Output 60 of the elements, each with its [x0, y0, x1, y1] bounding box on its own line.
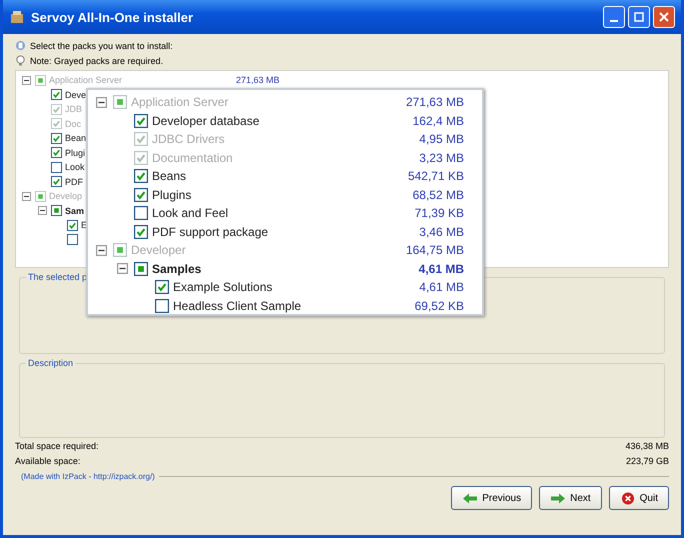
maximize-button[interactable] — [628, 6, 650, 28]
pack-label: Developer database — [152, 114, 260, 128]
pack-label: Example Solutions — [173, 280, 272, 294]
previous-button[interactable]: Previous — [451, 486, 532, 510]
quit-button[interactable]: Quit — [608, 486, 669, 510]
pack-label: PDF support package — [152, 224, 268, 239]
pack-label: Developer — [131, 243, 186, 258]
space-label: Total space required: — [15, 440, 99, 450]
panel-title: Description — [27, 358, 74, 368]
lightbulb-icon — [15, 55, 26, 66]
pack-size: 271,63 MB — [406, 95, 464, 110]
pack-label: Doc — [65, 118, 82, 129]
maximize-icon — [634, 12, 644, 22]
pack-label: Sam — [65, 206, 84, 216]
pack-label: Look and Feel — [152, 206, 228, 220]
pack-label: Look — [65, 162, 85, 172]
pack-label: Application Server — [49, 75, 122, 86]
window-title: Servoy All-In-One installer — [31, 10, 194, 24]
pack-label: JDB — [65, 104, 82, 114]
pack-label: Deve — [65, 90, 86, 100]
pack-label: Beans — [152, 169, 186, 184]
pack-label: Bean — [65, 133, 86, 144]
instruction-text: Note: Grayed packs are required. — [30, 56, 164, 66]
pack-size: 3,46 MB — [419, 224, 464, 239]
pack-label: Plugi — [65, 148, 86, 158]
credit-text: (Made with IzPack - http://izpack.org/) — [21, 472, 155, 481]
pack-size: 162,4 MB — [412, 114, 464, 128]
pack-size: 4,61 MB — [418, 262, 464, 276]
pack-label: Samples — [152, 262, 202, 276]
pack-size: 542,71 KB — [408, 169, 464, 184]
next-button[interactable]: Next — [539, 486, 602, 510]
instruction-text: Select the packs you want to install: — [30, 40, 173, 50]
pack-size: 69,52 KB — [414, 298, 464, 313]
close-icon — [659, 12, 669, 22]
space-value: 223,79 GB — [626, 456, 669, 466]
space-value: 436,38 MB — [625, 440, 669, 450]
minimize-button[interactable] — [603, 6, 625, 28]
pack-size: 71,39 KB — [414, 206, 464, 220]
pack-icon — [15, 40, 26, 51]
pack-label: Develop — [49, 191, 82, 202]
right-arrow-icon — [550, 492, 566, 504]
pack-size: 3,23 MB — [419, 150, 464, 165]
minimize-icon — [610, 20, 618, 22]
close-button[interactable] — [653, 6, 675, 28]
pack-label: E — [81, 220, 88, 230]
pack-label: Application Server — [131, 95, 228, 110]
pack-size: 68,52 MB — [412, 188, 464, 202]
pack-label: JDBC Drivers — [152, 132, 225, 146]
pack-label: Documentation — [152, 150, 233, 165]
space-label: Available space: — [15, 456, 80, 466]
left-arrow-icon — [462, 492, 478, 504]
pack-label: PDF — [65, 176, 83, 187]
app-icon — [9, 9, 25, 25]
pack-label: Plugins — [152, 188, 192, 202]
pack-label: Headless Client Sample — [173, 298, 302, 313]
pack-size: 271,63 MB — [236, 75, 280, 86]
pack-size: 4,61 MB — [419, 280, 464, 294]
close-icon — [620, 492, 636, 504]
pack-size: 164,75 MB — [406, 243, 464, 258]
pack-size: 4,95 MB — [419, 132, 464, 146]
